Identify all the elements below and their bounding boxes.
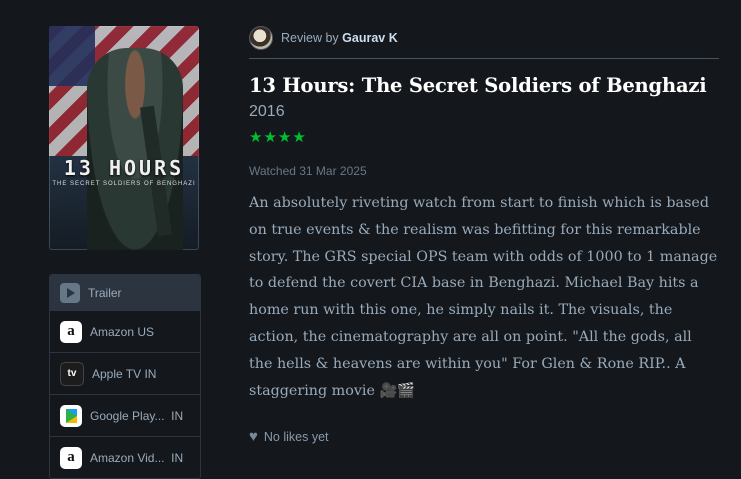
review-text: An absolutely riveting watch from start … [249,195,718,399]
apple-tv-icon: tv [60,361,84,386]
film-year[interactable]: 2016 [249,103,719,121]
service-amazon-video-in[interactable]: a Amazon Vid... IN [50,436,200,478]
poster-subtitle: THE SECRET SOLDIERS OF BENGHAZI [52,181,196,187]
review-panel: Review by Gaurav K 13 Hours: The Secret … [249,24,719,445]
poster-title: 13 HOURS [63,156,185,180]
star-rating: ★★★★ [249,129,307,146]
service-name: Amazon Vid... IN [90,450,184,465]
reviewer-header: Review by Gaurav K [249,24,719,59]
amazon-icon: a [60,446,82,469]
where-to-watch-panel: Trailer a Amazon US tv Apple TV IN Googl… [49,274,201,479]
watched-date: Watched 31 Mar 2025 [249,164,367,178]
amazon-icon: a [60,320,82,343]
service-name: Apple TV IN [92,366,157,381]
film-poster[interactable]: 13 HOURS THE SECRET SOLDIERS OF BENGHAZI [49,26,199,250]
heart-icon[interactable]: ♥ [249,428,258,445]
likes-row[interactable]: ♥ No likes yet [249,428,719,445]
play-icon [60,282,80,303]
reviewer-name[interactable]: Gaurav K [342,31,398,45]
service-name: Google Play... IN [90,408,184,423]
service-amazon-us[interactable]: a Amazon US [50,310,200,352]
trailer-button[interactable]: Trailer [50,275,200,310]
avatar[interactable] [249,26,273,50]
trailer-label: Trailer [88,285,122,300]
google-play-icon [60,404,82,427]
likes-count: No likes yet [263,429,329,444]
service-name: Amazon US [90,324,155,339]
film-title[interactable]: 13 Hours: The Secret Soldiers of Benghaz… [249,74,719,97]
service-apple-tv-in[interactable]: tv Apple TV IN [50,352,200,394]
service-google-play-in[interactable]: Google Play... IN [50,394,200,436]
byline-prefix: Review by [281,31,339,45]
review-byline: Review by Gaurav K [281,31,398,45]
